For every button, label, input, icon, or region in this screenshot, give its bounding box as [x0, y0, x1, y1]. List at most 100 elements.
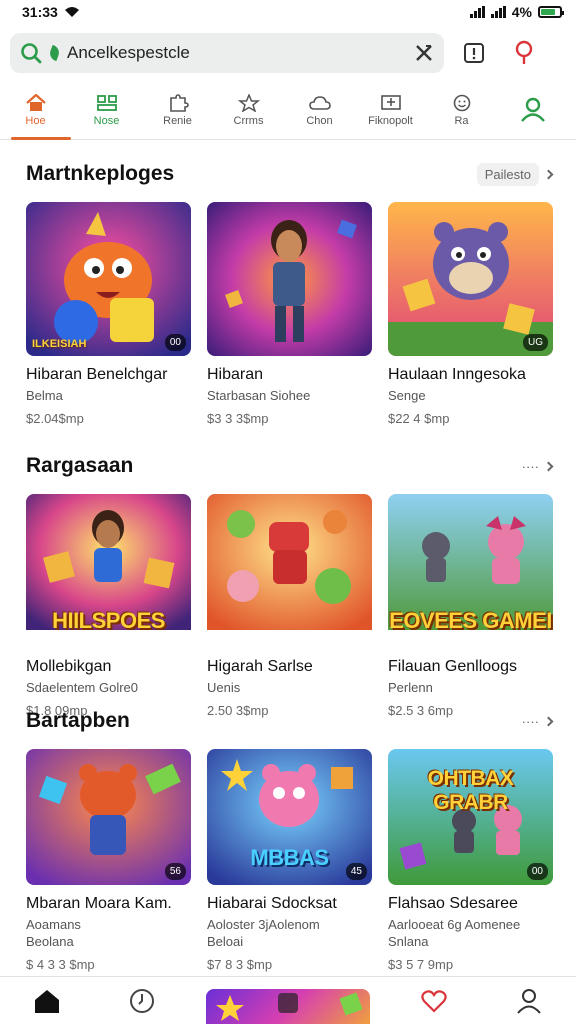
nav-home[interactable] — [17, 977, 77, 1024]
nav-profile[interactable] — [499, 977, 559, 1024]
clock-icon — [129, 988, 154, 1013]
board-icon — [380, 95, 401, 110]
game-thumbnail[interactable]: OHTBAX GRABR 00 — [388, 749, 553, 885]
game-thumbnail[interactable]: ILKEISIAH 00 — [26, 202, 191, 356]
see-all-button[interactable]: ···· — [522, 714, 554, 729]
card-price: $ 4 3 3 $mp — [26, 957, 95, 972]
card-subtitle: Belma — [26, 388, 63, 403]
alert-icon — [464, 43, 484, 63]
notification-button[interactable] — [454, 33, 494, 73]
card-subtitle-2: Beloai — [207, 934, 244, 949]
tab-fiknopolt[interactable]: Fiknopolt — [355, 88, 426, 139]
battery-percent: 4% — [511, 4, 532, 20]
grid-icon — [96, 95, 117, 111]
signal-icon-2 — [490, 6, 506, 18]
game-card[interactable]: MBBAS 45 Hiabarai Sdocksat Aoloster 3jAo… — [207, 749, 372, 972]
nav-history[interactable] — [112, 977, 172, 1024]
game-thumbnail[interactable]: UG — [388, 202, 553, 356]
chevron-right-icon — [543, 716, 554, 726]
search-icon[interactable] — [20, 42, 42, 64]
section-popular: Rargasaan ···· HIILSPOES Mollebikgan Sda… — [0, 448, 576, 718]
tab-label: Hoe — [25, 115, 46, 127]
game-card[interactable]: Higarah Sarlse Uenis 2.50 3$mp — [207, 494, 372, 718]
section-title: Bartapben — [26, 709, 130, 732]
game-thumbnail[interactable] — [207, 202, 372, 356]
card-subtitle-2: Beolana — [26, 934, 74, 949]
thumbnail-caption: ILKEISIAH — [32, 338, 87, 350]
game-card[interactable]: 56 Mbaran Moara Kam. Aoamans Beolana $ 4… — [26, 749, 191, 972]
profile-icon — [516, 988, 541, 1014]
thumbnail-badge: 45 — [345, 863, 367, 880]
location-button[interactable] — [504, 33, 544, 73]
tab-renie[interactable]: Renie — [142, 88, 213, 139]
game-card[interactable]: Hibaran Starbasan Siohee $3 3 3$mp — [207, 202, 372, 426]
tab-label: Renie — [163, 115, 192, 127]
status-bar: 31:33 4% — [0, 0, 576, 24]
heart-icon — [421, 989, 448, 1013]
game-logo: OHTBAX GRABR — [427, 767, 514, 814]
tab-nose[interactable]: Nose — [71, 88, 142, 139]
thumbnail-badge: 00 — [164, 334, 186, 351]
tab-home[interactable]: Hoe — [0, 88, 71, 140]
game-thumbnail[interactable]: MBBAS 45 — [207, 749, 372, 885]
home-icon — [35, 989, 60, 1013]
game-logo: EOVEES GAMEI — [389, 608, 552, 633]
card-subtitle: Uenis — [207, 680, 241, 695]
location-pin-icon — [515, 40, 533, 64]
game-thumbnail[interactable]: 56 — [26, 749, 191, 885]
tab-crrms[interactable]: Crrms — [213, 88, 284, 139]
puzzle-icon — [169, 94, 189, 112]
status-time: 31:33 — [22, 4, 58, 20]
search-input[interactable] — [67, 43, 406, 63]
game-card[interactable]: ILKEISIAH 00 Hibaran Benelchgar Belma $2… — [26, 202, 191, 426]
card-price: $7 8 3 $mp — [207, 957, 273, 972]
wifi-icon — [64, 7, 79, 17]
card-subtitle: Sdaelentem Golre0 — [26, 680, 139, 695]
game-card[interactable]: HIILSPOES Mollebikgan Sdaelentem Golre0 … — [26, 494, 191, 718]
card-subtitle: Starbasan Siohee — [207, 388, 311, 403]
signal-icon — [469, 6, 485, 18]
bottom-nav — [0, 976, 576, 1024]
card-title: Hibaran — [207, 366, 264, 383]
card-title: Haulaan Inngesoka — [388, 366, 526, 383]
profile-icon — [520, 97, 545, 122]
search-row — [10, 32, 566, 74]
star-icon — [237, 94, 260, 112]
game-card[interactable]: OHTBAX GRABR 00 Flahsao Sdesaree Aarlooe… — [388, 749, 553, 972]
game-thumbnail[interactable]: HIILSPOES — [26, 494, 191, 648]
tab-chon[interactable]: Chon — [284, 88, 355, 139]
smile-icon — [453, 94, 470, 112]
thumbnail-badge: 00 — [526, 863, 548, 880]
battery-icon — [538, 6, 564, 18]
card-subtitle: Senge — [388, 388, 426, 403]
game-thumbnail[interactable]: EOVEES GAMEI — [388, 494, 553, 648]
tab-ra[interactable]: Ra — [426, 88, 497, 139]
card-subtitle-2: Snlana — [388, 934, 429, 949]
tab-label: Ra — [454, 115, 469, 127]
card-price: $3 3 3$mp — [207, 411, 269, 426]
card-subtitle: Aoamans — [26, 917, 81, 932]
card-title: Higarah Sarlse — [207, 658, 313, 675]
tab-label: Nose — [93, 115, 120, 127]
leaf-icon — [47, 44, 62, 62]
card-title: Mollebikgan — [26, 658, 112, 675]
see-all-button[interactable]: ···· — [522, 459, 554, 474]
cloud-icon — [308, 96, 331, 110]
card-title: Flahsao Sdesaree — [388, 895, 518, 912]
search-box[interactable] — [10, 33, 444, 73]
category-tabs: Hoe Nose Renie Crrms Chon Fiknopolt Ra — [0, 88, 576, 140]
card-title: Hibaran Benelchgar — [26, 366, 168, 383]
section-title: Rargasaan — [26, 454, 134, 477]
see-all-button[interactable]: Pailesto — [476, 162, 554, 186]
see-all-label: Pailesto — [476, 162, 539, 186]
game-card[interactable]: EOVEES GAMEI Filauan Genlloogs Perlenn $… — [388, 494, 553, 718]
card-title: Filauan Genlloogs — [388, 658, 517, 675]
tab-profile[interactable] — [497, 88, 568, 139]
card-price: $3 5 7 9mp — [388, 957, 454, 972]
home-icon — [25, 94, 46, 111]
nav-favorites[interactable] — [404, 977, 464, 1024]
game-thumbnail[interactable] — [207, 494, 372, 648]
clear-icon[interactable] — [414, 43, 434, 63]
featured-thumbnail[interactable] — [205, 988, 370, 1024]
game-card[interactable]: UG Haulaan Inngesoka Senge $22 4 $mp — [388, 202, 553, 426]
